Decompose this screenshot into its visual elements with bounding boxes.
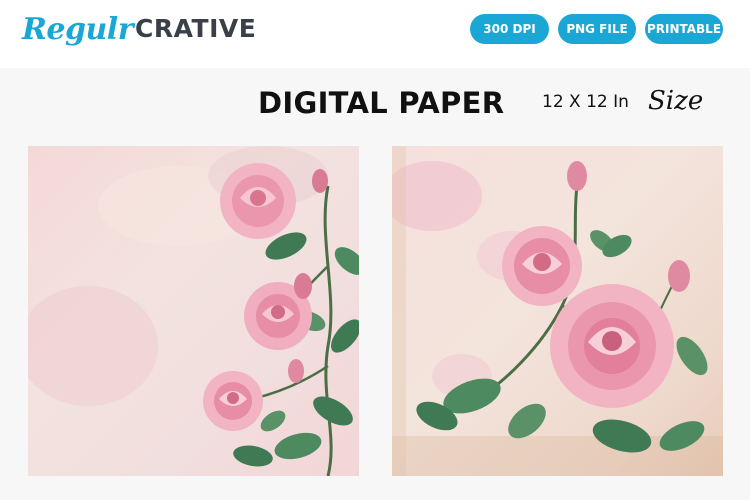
page-title: DIGITAL PAPER <box>258 86 505 120</box>
header-bar: RegulrCRATIVE 300 DPI PNG FILE PRINTABLE <box>0 0 750 68</box>
rose-illustration-left <box>28 146 359 476</box>
logo-script-text: Regulr <box>22 12 134 47</box>
badge-dpi[interactable]: 300 DPI <box>470 14 549 44</box>
preview-paper-right <box>392 146 723 476</box>
logo-bold-text: CRATIVE <box>135 14 257 43</box>
badge-printable[interactable]: PRINTABLE <box>645 14 723 44</box>
preview-paper-left <box>28 146 359 476</box>
badge-png-file[interactable]: PNG FILE <box>558 14 636 44</box>
size-dimensions: 12 X 12 In <box>542 92 629 112</box>
rose-illustration-right <box>392 146 723 476</box>
brand-logo[interactable]: RegulrCRATIVE <box>22 10 256 58</box>
size-word: Size <box>648 86 704 116</box>
